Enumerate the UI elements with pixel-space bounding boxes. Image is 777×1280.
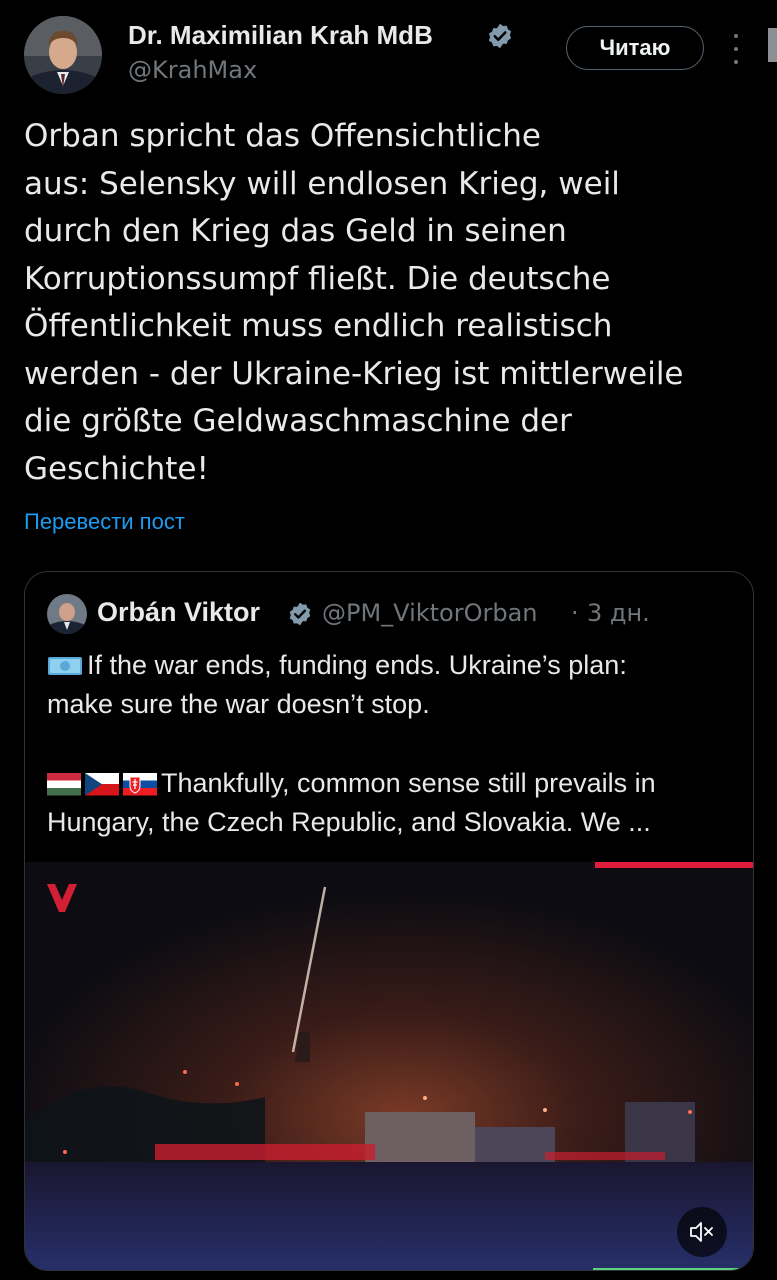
- quoted-author-avatar[interactable]: [47, 594, 87, 634]
- author-name[interactable]: Dr. Maximilian Krah MdB: [128, 20, 433, 51]
- tweet-line: Geschichte!: [24, 450, 209, 487]
- quoted-author-name[interactable]: Orbán Viktor: [97, 597, 260, 628]
- quoted-text-line: If the war ends, funding ends. Ukraine’s…: [47, 650, 737, 681]
- more-options-icon[interactable]: [726, 34, 746, 64]
- verified-badge-icon: [488, 23, 512, 49]
- verified-badge-icon: [289, 602, 311, 626]
- translate-post-link[interactable]: Перевести пост: [24, 509, 185, 535]
- scroll-indicator: [768, 28, 777, 62]
- author-avatar[interactable]: [24, 16, 102, 94]
- flag-hungary: [47, 773, 81, 796]
- tweet-line: Öffentlichkeit muss endlich realistisch: [24, 308, 613, 344]
- speaker-muted-icon[interactable]: [677, 1207, 727, 1257]
- money-with-wings-emoji: [48, 657, 82, 675]
- tweet-text: Orban spricht das Offensichtliche aus: S…: [24, 113, 759, 493]
- video-player[interactable]: [25, 862, 753, 1270]
- following-button[interactable]: Читаю: [566, 26, 704, 70]
- video-buffer-bar: [593, 1268, 753, 1270]
- tweet-line: aus: Selensky will endlosen Krieg, weil: [24, 165, 620, 202]
- tweet-line: Korruptionssumpf fließt. Die deutsche: [24, 260, 611, 297]
- flag-czech-republic: [85, 773, 119, 796]
- tweet-line: durch den Krieg das Geld in seinen: [24, 213, 567, 249]
- quoted-tweet-card[interactable]: Orbán Viktor @PM_ViktorOrban · 3 дн. If …: [24, 571, 754, 1271]
- video-progress-bar[interactable]: [595, 862, 753, 868]
- separator-dot: ·: [571, 599, 579, 627]
- quoted-text-line: Thankfully, common sense still prevails …: [47, 768, 737, 799]
- tweet-line: die größte Geldwaschmaschine der: [24, 403, 572, 439]
- quoted-text: If the war ends, funding ends. Ukraine’s…: [87, 650, 627, 680]
- quoted-author-handle[interactable]: @PM_ViktorOrban: [322, 599, 538, 627]
- flag-slovakia: [123, 773, 157, 796]
- video-frame: [25, 862, 753, 1270]
- quoted-text: Thankfully, common sense still prevails …: [161, 768, 656, 798]
- quoted-text-line: Hungary, the Czech Republic, and Slovaki…: [47, 807, 651, 837]
- quoted-timestamp[interactable]: 3 дн.: [587, 599, 650, 627]
- quoted-text-line: make sure the war doesn’t stop.: [47, 689, 430, 719]
- tweet-line: werden - der Ukraine-Krieg ist mittlerwe…: [24, 355, 684, 392]
- tweet-line: Orban spricht das Offensichtliche: [24, 118, 541, 154]
- author-handle[interactable]: @KrahMax: [128, 56, 257, 84]
